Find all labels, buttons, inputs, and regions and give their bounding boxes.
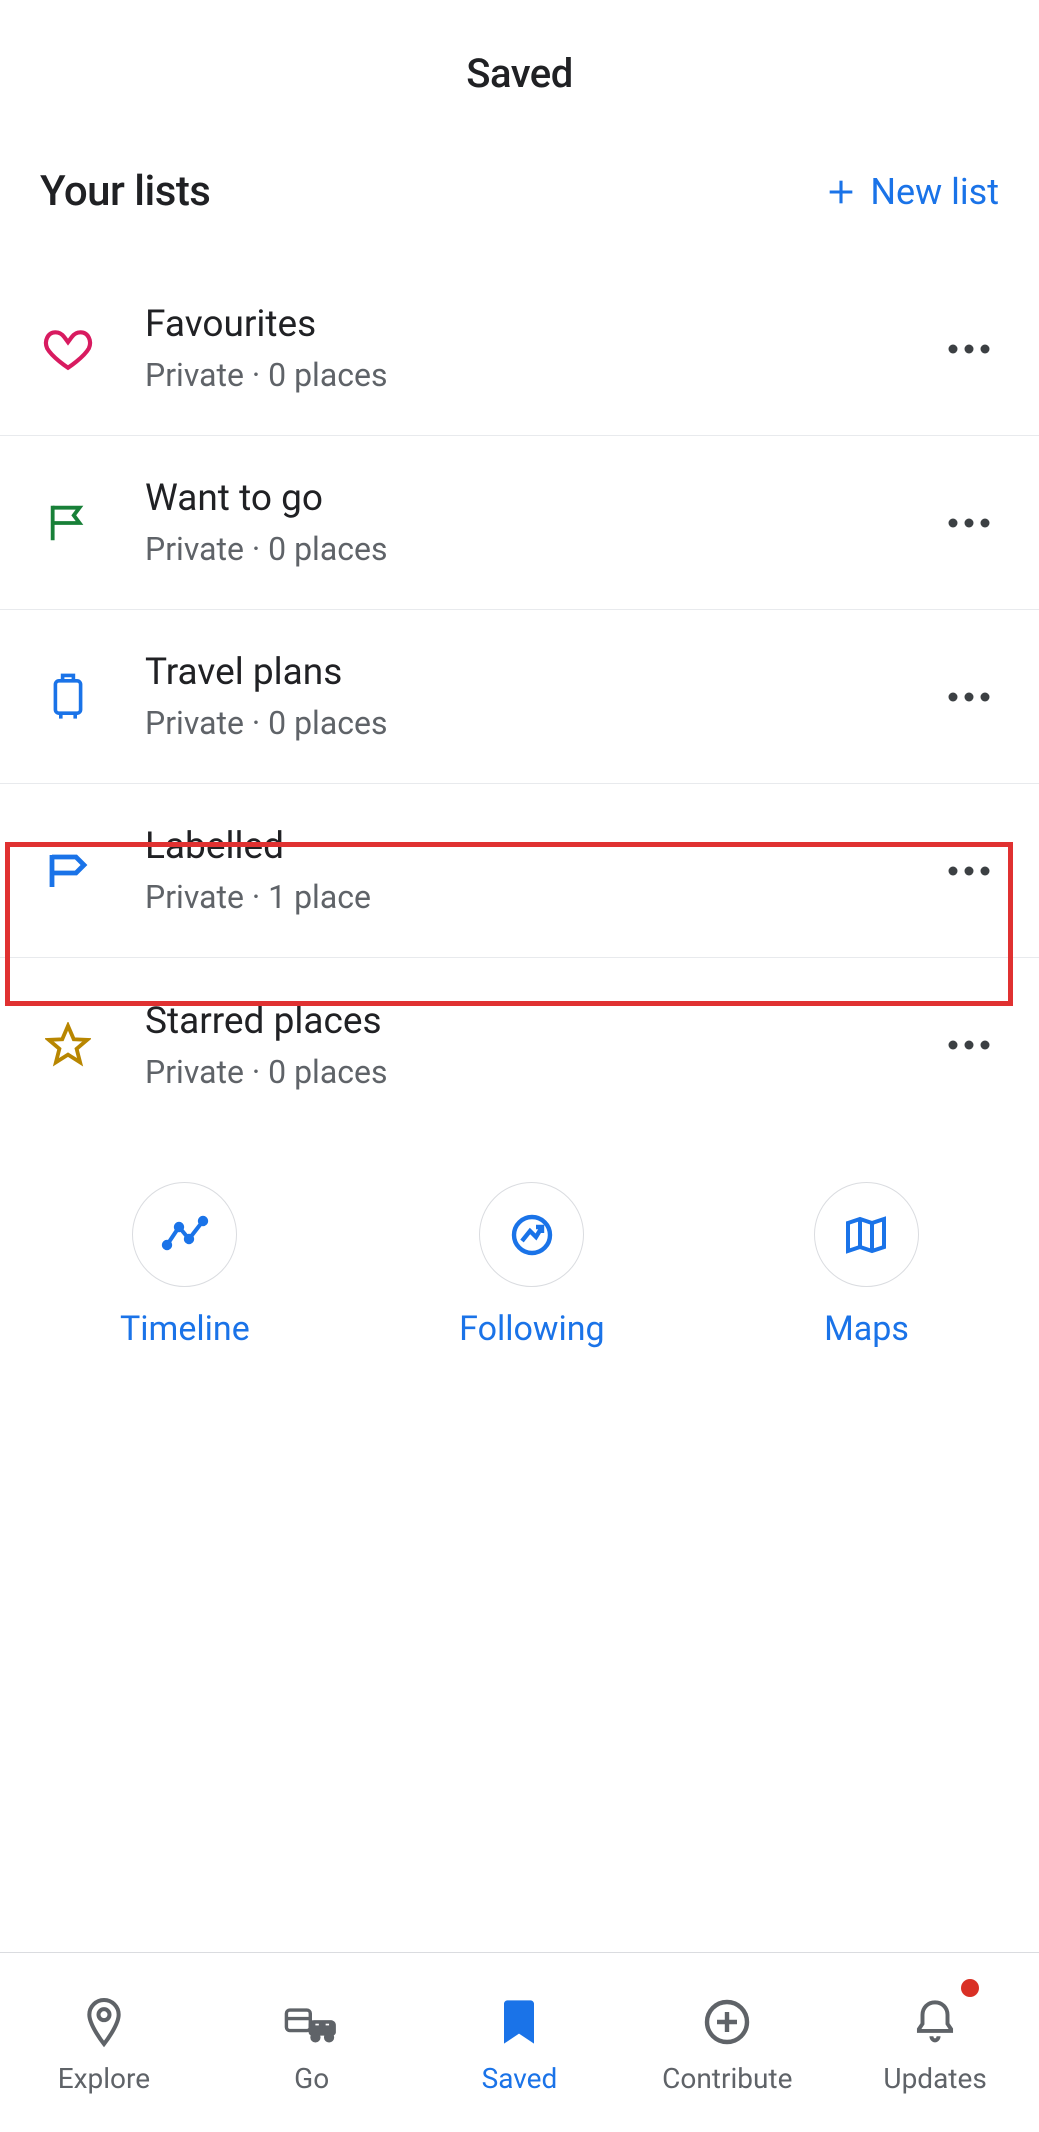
bookmark-icon	[499, 1996, 539, 2048]
suitcase-icon	[40, 670, 95, 724]
timeline-button[interactable]: Timeline	[120, 1182, 250, 1349]
more-button[interactable]	[939, 493, 999, 553]
add-circle-icon	[703, 1996, 751, 2048]
lists-container: Favourites Private · 0 places Want to go…	[0, 261, 1039, 1132]
new-list-button[interactable]: New list	[824, 171, 999, 213]
pin-icon	[82, 1996, 126, 2048]
more-button[interactable]	[939, 319, 999, 379]
list-subtitle: Private · 0 places	[145, 1053, 939, 1091]
nav-go[interactable]: Go	[208, 1953, 416, 2132]
following-label: Following	[459, 1309, 604, 1349]
list-row-favourites[interactable]: Favourites Private · 0 places	[0, 262, 1039, 436]
round-actions: Timeline Following Maps	[0, 1132, 1039, 1349]
go-icon	[283, 1996, 341, 2048]
star-icon	[40, 1022, 95, 1068]
list-text: Labelled Private · 1 place	[95, 825, 939, 916]
list-row-travel-plans[interactable]: Travel plans Private · 0 places	[0, 610, 1039, 784]
nav-updates[interactable]: Updates	[831, 1953, 1039, 2132]
timeline-icon	[132, 1182, 237, 1287]
notification-dot-icon	[961, 1979, 979, 1997]
list-title: Want to go	[145, 477, 939, 520]
list-text: Travel plans Private · 0 places	[95, 651, 939, 742]
nav-label: Explore	[58, 2062, 150, 2095]
list-text: Starred places Private · 0 places	[95, 1000, 939, 1091]
list-title: Labelled	[145, 825, 939, 868]
header: Saved	[0, 0, 1039, 167]
bell-icon	[913, 1996, 957, 2048]
nav-contribute[interactable]: Contribute	[623, 1953, 831, 2132]
your-lists-title: Your lists	[40, 167, 210, 216]
flag-icon	[40, 500, 95, 546]
list-row-starred-places[interactable]: Starred places Private · 0 places	[0, 958, 1039, 1132]
subheader: Your lists New list	[0, 167, 1039, 261]
following-button[interactable]: Following	[459, 1182, 604, 1349]
page-title: Saved	[0, 50, 1039, 97]
list-title: Travel plans	[145, 651, 939, 694]
bottom-nav: Explore Go Saved	[0, 1952, 1039, 2132]
list-text: Want to go Private · 0 places	[95, 477, 939, 568]
list-title: Starred places	[145, 1000, 939, 1043]
list-row-labelled[interactable]: Labelled Private · 1 place	[0, 784, 1039, 958]
heart-icon	[40, 324, 95, 374]
plus-icon	[824, 175, 858, 209]
list-text: Favourites Private · 0 places	[95, 303, 939, 394]
nav-label: Saved	[482, 2062, 558, 2095]
nav-saved[interactable]: Saved	[416, 1953, 624, 2132]
new-list-label: New list	[870, 171, 999, 213]
nav-label: Go	[294, 2062, 329, 2095]
label-icon	[40, 847, 95, 895]
map-icon	[814, 1182, 919, 1287]
more-button[interactable]	[939, 667, 999, 727]
maps-button[interactable]: Maps	[814, 1182, 919, 1349]
list-title: Favourites	[145, 303, 939, 346]
nav-label: Contribute	[662, 2062, 792, 2095]
more-button[interactable]	[939, 841, 999, 901]
following-icon	[479, 1182, 584, 1287]
more-button[interactable]	[939, 1015, 999, 1075]
list-subtitle: Private · 0 places	[145, 530, 939, 568]
maps-label: Maps	[824, 1309, 909, 1349]
nav-label: Updates	[883, 2062, 986, 2095]
nav-explore[interactable]: Explore	[0, 1953, 208, 2132]
list-subtitle: Private · 0 places	[145, 356, 939, 394]
timeline-label: Timeline	[120, 1309, 250, 1349]
list-row-want-to-go[interactable]: Want to go Private · 0 places	[0, 436, 1039, 610]
list-subtitle: Private · 1 place	[145, 878, 939, 916]
list-subtitle: Private · 0 places	[145, 704, 939, 742]
